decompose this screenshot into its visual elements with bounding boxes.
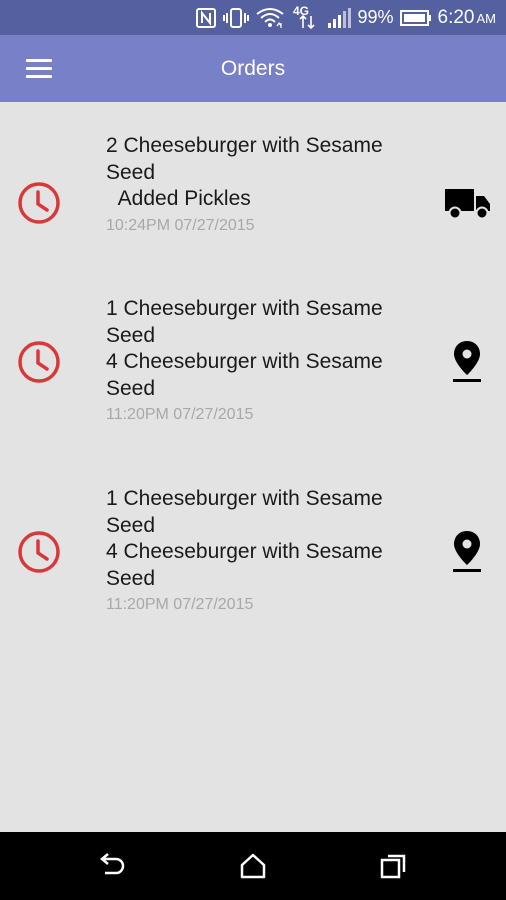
order-details: 1 Cheeseburger with Sesame Seed 4 Cheese… <box>106 296 426 426</box>
orders-list: 2 Cheeseburger with Sesame Seed Added Pi… <box>0 102 506 832</box>
location-pin-icon <box>453 531 481 572</box>
vibrate-icon <box>223 7 250 29</box>
clock-icon <box>18 182 60 224</box>
status-icons: 4G 99% 6:20 AM <box>195 0 496 35</box>
order-timestamp: 11:20PM 07/27/2015 <box>106 596 254 613</box>
clock: 6:20 AM <box>438 7 496 29</box>
back-arrow-icon <box>100 853 125 875</box>
battery-icon <box>399 9 432 27</box>
order-line: 2 Cheeseburger with Sesame Seed <box>106 134 389 184</box>
network-label: 4G <box>293 4 309 18</box>
order-timestamp: 10:24PM 07/27/2015 <box>106 216 255 234</box>
clock-icon <box>18 341 60 383</box>
order-item[interactable]: 2 Cheeseburger with Sesame Seed Added Pi… <box>0 122 506 272</box>
home-icon <box>240 853 266 879</box>
clock-icon <box>18 531 60 573</box>
wifi-icon <box>255 6 285 30</box>
network-4g-icon: 4G <box>291 3 321 33</box>
home-button[interactable] <box>237 850 269 882</box>
order-line: Added Pickles <box>106 187 251 210</box>
order-item[interactable]: 1 Cheeseburger with Sesame Seed 4 Cheese… <box>0 285 506 465</box>
battery-percent: 99% <box>357 7 394 27</box>
app-bar: Orders <box>0 35 506 102</box>
order-details: 1 Cheeseburger with Sesame Seed 4 Cheese… <box>106 486 426 616</box>
page-title: Orders <box>220 57 286 80</box>
nfc-icon <box>195 7 217 29</box>
order-details: 2 Cheeseburger with Sesame Seed Added Pi… <box>106 133 426 237</box>
back-button[interactable] <box>96 850 128 882</box>
order-timestamp: 11:20PM 07/27/2015 <box>106 406 254 423</box>
location-pin-icon <box>453 341 481 382</box>
recent-apps-icon <box>380 854 406 879</box>
delivery-truck-icon <box>445 189 490 220</box>
order-line: 1 Cheeseburger with Sesame Seed <box>106 297 389 347</box>
clock-time: 6:20 <box>437 6 475 28</box>
system-nav-bar <box>0 832 506 900</box>
order-line: 4 Cheeseburger with Sesame Seed <box>106 540 389 590</box>
clock-ampm: AM <box>476 10 497 26</box>
order-line: 4 Cheeseburger with Sesame Seed <box>106 350 389 400</box>
signal-icon <box>327 7 352 29</box>
status-bar: 4G 99% 6:20 AM <box>0 0 506 35</box>
order-line: 1 Cheeseburger with Sesame Seed <box>106 487 389 537</box>
order-item[interactable]: 1 Cheeseburger with Sesame Seed 4 Cheese… <box>0 475 506 655</box>
recents-button[interactable] <box>378 850 410 882</box>
